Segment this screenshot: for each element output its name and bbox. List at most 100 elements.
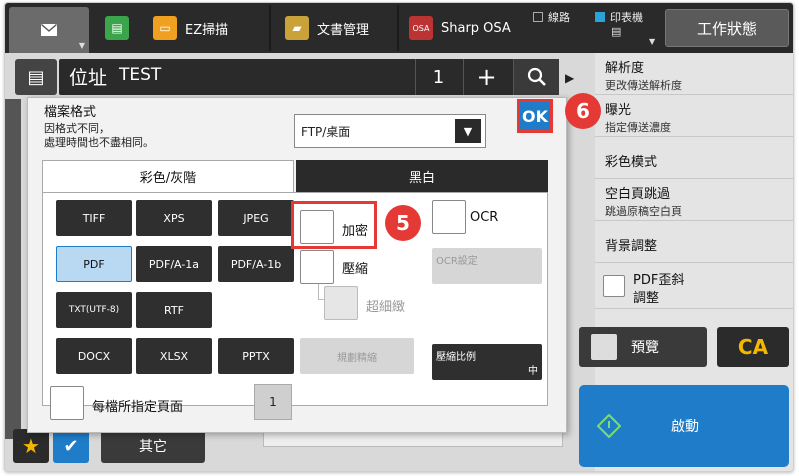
- scanner-icon: ▭: [153, 16, 177, 40]
- address-count: 1: [415, 59, 461, 95]
- start-button[interactable]: 啟動: [579, 385, 789, 467]
- compress-label: 壓縮: [342, 262, 369, 277]
- preview-icon: [591, 334, 617, 360]
- address-bar: 位址 TEST 1 +: [59, 59, 559, 95]
- side-item-color-mode[interactable]: 彩色模式: [595, 137, 793, 179]
- background-strip: [5, 99, 21, 439]
- folder-icon: ▰: [285, 16, 309, 40]
- pdf-skew-label-line2: 調整: [633, 291, 660, 306]
- format-pdf-button[interactable]: PDF: [56, 246, 132, 282]
- start-icon: [597, 414, 621, 438]
- job-status-button[interactable]: 工作狀態: [665, 9, 789, 47]
- line-label: 線路: [548, 11, 570, 24]
- ocr-checkbox[interactable]: [432, 200, 466, 234]
- ocr-label: OCR: [470, 210, 499, 225]
- expand-panel-icon[interactable]: ▶: [565, 71, 574, 85]
- favorite-button[interactable]: ★: [13, 429, 49, 463]
- doc-mgmt-label: 文書管理: [317, 22, 370, 38]
- sharp-osa-button[interactable]: OSA Sharp OSA: [409, 11, 511, 45]
- pages-per-file-label: 每檔所指定頁面: [92, 400, 184, 415]
- checkmark-icon: ✔: [63, 435, 79, 457]
- mail-mode-button[interactable]: ▼: [9, 7, 89, 53]
- side-item-exposure[interactable]: 曝光 指定傳送濃度: [595, 95, 793, 137]
- ocr-settings-button: OCR設定: [432, 248, 542, 284]
- pages-per-file-input[interactable]: 1: [254, 384, 292, 420]
- printer-queue-icon[interactable]: ▤: [611, 25, 629, 41]
- address-book-icon: ▤: [27, 66, 45, 88]
- side-item-pdf-skew[interactable]: PDF歪斜 調整: [595, 263, 793, 309]
- copy-icon: ▤: [105, 16, 129, 40]
- star-icon: ★: [22, 434, 40, 458]
- ultra-fine-checkbox: [324, 286, 358, 320]
- line-checkbox-icon: [533, 12, 543, 22]
- printer-indicator: 印表機: [595, 9, 643, 25]
- standard-compression-button: 規劃精縮: [300, 338, 414, 374]
- pdf-skew-checkbox[interactable]: [603, 275, 625, 297]
- format-tiff-button[interactable]: TIFF: [56, 200, 132, 236]
- side-item-resolution[interactable]: 解析度 更改傳送解析度: [595, 53, 793, 95]
- dropdown-indicator-icon: ▼: [649, 37, 656, 46]
- tab-black-white[interactable]: 黑白: [296, 160, 548, 192]
- format-docx-button[interactable]: DOCX: [56, 338, 132, 374]
- other-button[interactable]: 其它: [101, 429, 205, 463]
- resolution-label: 解析度: [605, 61, 645, 76]
- address-value[interactable]: TEST: [119, 65, 161, 85]
- background-adjust-label: 背景調整: [605, 239, 658, 254]
- format-txt-button[interactable]: TXT(UTF-8): [56, 292, 132, 328]
- dialog-title: 檔案格式: [44, 105, 97, 120]
- preview-label: 預覽: [631, 340, 659, 356]
- exposure-sublabel: 指定傳送濃度: [605, 121, 671, 134]
- blank-skip-label: 空白頁跳過: [605, 187, 671, 202]
- compression-ratio-label: 壓縮比例: [436, 352, 476, 363]
- resolution-sublabel: 更改傳送解析度: [605, 79, 682, 92]
- preview-button[interactable]: 預覽: [579, 327, 707, 367]
- format-jpeg-button[interactable]: JPEG: [218, 200, 294, 236]
- search-address-button[interactable]: [513, 59, 559, 95]
- add-address-button[interactable]: +: [463, 59, 509, 95]
- envelope-icon: [41, 24, 57, 36]
- dialog-subtitle-line1: 因格式不同，: [44, 122, 110, 135]
- search-icon: [527, 67, 546, 86]
- ok-button[interactable]: OK: [517, 99, 553, 133]
- compression-ratio-button[interactable]: 壓縮比例 中: [432, 344, 542, 380]
- format-pdf-a1a-button[interactable]: PDF/A-1a: [136, 246, 212, 282]
- divider: [397, 5, 399, 51]
- format-xps-button[interactable]: XPS: [136, 200, 212, 236]
- confirm-button[interactable]: ✔: [53, 429, 89, 463]
- color-mode-label: 彩色模式: [605, 155, 658, 170]
- format-pptx-button[interactable]: PPTX: [218, 338, 294, 374]
- exposure-label: 曝光: [605, 103, 632, 118]
- sharp-osa-label: Sharp OSA: [441, 20, 511, 36]
- copy-mode-button[interactable]: ▤: [105, 11, 137, 45]
- clear-all-button[interactable]: CA: [717, 327, 789, 367]
- ez-scan-button[interactable]: ▭ EZ掃描: [153, 11, 228, 45]
- blank-skip-sublabel: 跳過原稿空白頁: [605, 205, 682, 218]
- osa-app-icon: OSA: [409, 16, 433, 40]
- line-indicator: 線路: [533, 9, 570, 25]
- printer-checkbox-icon: [595, 12, 605, 22]
- side-item-background-adjust[interactable]: 背景調整: [595, 221, 793, 263]
- format-rtf-button[interactable]: RTF: [136, 292, 212, 328]
- step-6-badge: 6: [565, 93, 601, 129]
- ultra-fine-label: 超細緻: [366, 300, 406, 315]
- top-bar: ▼ ▤ ▭ EZ掃描 ▰ 文書管理 OSA Sharp OSA 線路 印表機 ▤…: [5, 3, 793, 53]
- format-xlsx-button[interactable]: XLSX: [136, 338, 212, 374]
- destination-select[interactable]: FTP/桌面 ▼: [294, 114, 486, 148]
- format-pdf-a1b-button[interactable]: PDF/A-1b: [218, 246, 294, 282]
- printer-label: 印表機: [610, 11, 643, 24]
- tab-color-grayscale[interactable]: 彩色/灰階: [42, 160, 294, 192]
- encrypt-highlight-box: [291, 201, 377, 249]
- start-label: 啟動: [671, 419, 699, 435]
- device-screen: ▼ ▤ ▭ EZ掃描 ▰ 文書管理 OSA Sharp OSA 線路 印表機 ▤…: [4, 2, 794, 472]
- destination-select-value: FTP/桌面: [301, 124, 351, 139]
- step-5-badge: 5: [385, 205, 421, 241]
- dropdown-indicator-icon: ▼: [78, 41, 85, 50]
- address-book-button[interactable]: ▤: [15, 59, 57, 95]
- document-management-button[interactable]: ▰ 文書管理: [285, 11, 369, 45]
- pages-per-file-checkbox[interactable]: [50, 386, 84, 420]
- address-label: 位址: [69, 67, 108, 89]
- side-item-blank-skip[interactable]: 空白頁跳過 跳過原稿空白頁: [595, 179, 793, 221]
- compress-checkbox[interactable]: [300, 250, 334, 284]
- compression-ratio-value: 中: [528, 366, 538, 377]
- file-format-dialog: 檔案格式 因格式不同， 處理時間也不盡相同。 FTP/桌面 ▼ 彩色/灰階 黑白…: [27, 97, 567, 433]
